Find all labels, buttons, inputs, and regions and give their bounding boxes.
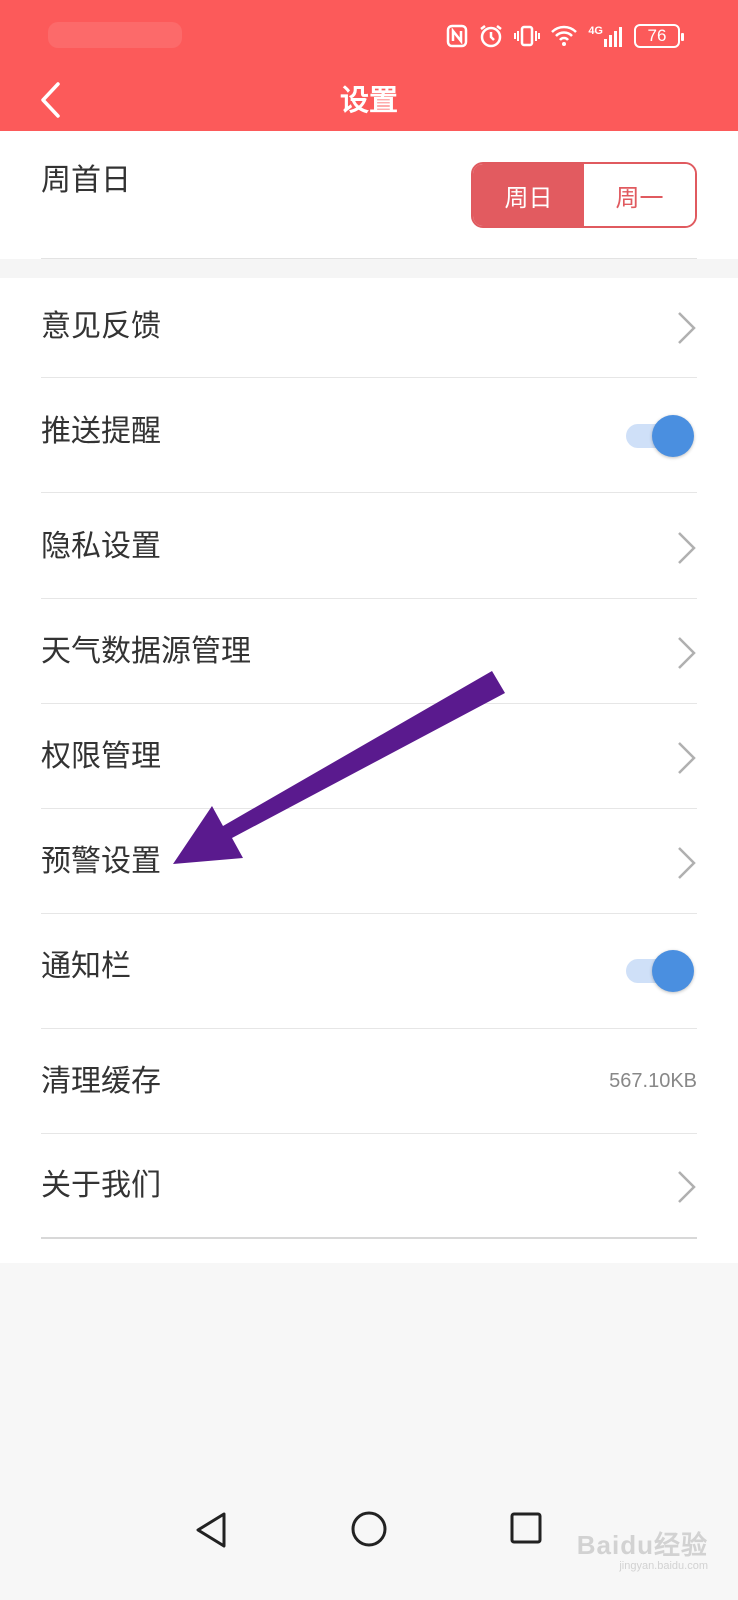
settings-item-weather-source[interactable]: 天气数据源管理 xyxy=(0,599,738,704)
settings-item-permissions[interactable]: 权限管理 xyxy=(0,704,738,809)
nfc-icon xyxy=(446,24,468,48)
notification-bar-toggle[interactable] xyxy=(626,950,694,992)
settings-item-push: 推送提醒 xyxy=(0,378,738,493)
settings-item-label: 权限管理 xyxy=(41,739,161,774)
settings-item-feedback[interactable]: 意见反馈 xyxy=(0,278,738,378)
chevron-right-icon xyxy=(678,312,696,344)
settings-item-label: 清理缓存 xyxy=(41,1064,161,1099)
chevron-right-icon xyxy=(678,1171,696,1203)
app-header: 4G 76 设置 xyxy=(0,0,738,131)
settings-item-label: 隐私设置 xyxy=(41,529,161,564)
settings-item-about[interactable]: 关于我们 xyxy=(0,1134,738,1239)
settings-item-clear-cache[interactable]: 清理缓存 567.10KB xyxy=(0,1029,738,1134)
week-start-option-sunday[interactable]: 周日 xyxy=(473,164,584,226)
chevron-right-icon xyxy=(678,637,696,669)
chevron-right-icon xyxy=(678,847,696,879)
week-start-segmented-control: 周日 周一 xyxy=(471,162,697,228)
toggle-knob xyxy=(652,415,694,457)
week-start-option-monday[interactable]: 周一 xyxy=(584,164,695,226)
settings-item-label: 意见反馈 xyxy=(41,309,161,344)
vibrate-icon xyxy=(514,24,541,48)
settings-item-warning[interactable]: 预警设置 xyxy=(0,809,738,914)
signal-icon: 4G xyxy=(588,25,624,47)
baidu-watermark: Baidu经验 jingyan.baidu.com xyxy=(576,1530,708,1572)
chevron-right-icon xyxy=(678,532,696,564)
nav-home-circle-icon[interactable] xyxy=(350,1510,388,1548)
divider xyxy=(41,1237,697,1239)
settings-item-label: 天气数据源管理 xyxy=(41,634,251,669)
settings-item-privacy[interactable]: 隐私设置 xyxy=(0,493,738,599)
status-icons: 4G 76 xyxy=(446,20,684,52)
settings-item-notification-bar: 通知栏 xyxy=(0,914,738,1029)
section-gap xyxy=(0,259,738,278)
push-toggle[interactable] xyxy=(626,415,694,457)
wifi-icon xyxy=(550,25,578,47)
nav-recents-square-icon[interactable] xyxy=(509,1511,543,1545)
chevron-right-icon xyxy=(678,742,696,774)
settings-item-label: 通知栏 xyxy=(41,949,131,984)
toggle-knob xyxy=(652,950,694,992)
settings-list: 意见反馈 推送提醒 隐私设置 天气数据源管理 权限管理 预警设置 通知栏 清理缓… xyxy=(0,278,738,1263)
cache-size-value: 567.10KB xyxy=(609,1070,697,1092)
settings-item-label: 推送提醒 xyxy=(41,414,161,449)
alarm-icon xyxy=(478,23,504,49)
page-title: 设置 xyxy=(339,83,398,117)
settings-item-label: 关于我们 xyxy=(41,1168,161,1203)
status-bar: 4G 76 xyxy=(0,0,738,72)
status-time-blurred xyxy=(48,22,182,48)
settings-item-label: 预警设置 xyxy=(41,844,161,879)
nav-back-triangle-icon[interactable] xyxy=(194,1510,228,1550)
week-start-label: 周首日 xyxy=(41,163,131,198)
battery-indicator: 76 xyxy=(634,24,684,48)
